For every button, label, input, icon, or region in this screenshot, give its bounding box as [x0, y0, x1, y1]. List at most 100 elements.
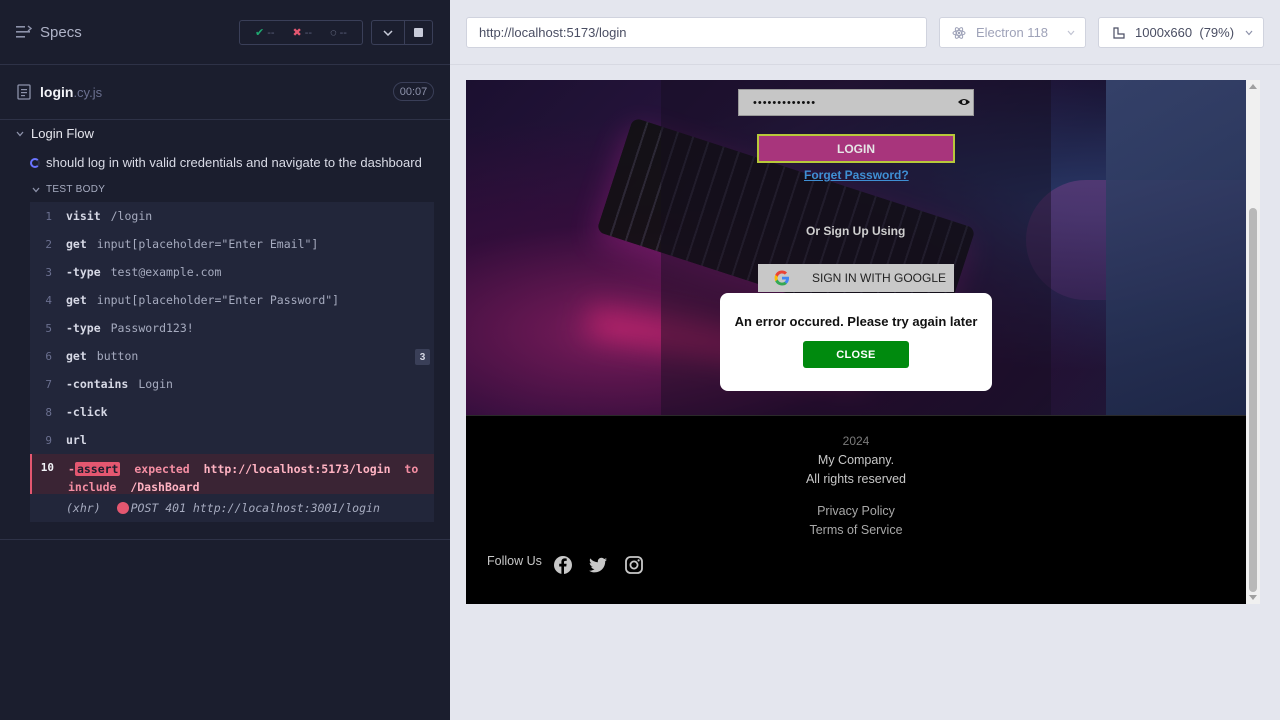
eye-icon[interactable]: [957, 97, 971, 107]
command-number: 7: [45, 377, 52, 391]
browser-name: Electron 118: [976, 25, 1049, 40]
command-row[interactable]: 6 get button 3: [30, 342, 434, 370]
specs-label[interactable]: Specs: [40, 24, 82, 41]
command-message: test@example.com: [110, 265, 222, 279]
command-number: 9: [45, 433, 52, 447]
command-name: url: [66, 433, 87, 447]
command-row[interactable]: 3 -type test@example.com: [30, 258, 434, 286]
command-number: 1: [45, 209, 52, 223]
password-field[interactable]: •••••••••••••: [738, 89, 974, 116]
hero-background: ••••••••••••• LOGIN Forget Password? Or …: [466, 80, 1246, 415]
browser-selector[interactable]: Electron 118: [939, 17, 1086, 48]
chevron-down-icon: [1067, 30, 1075, 36]
duration-badge: 00:07: [393, 82, 434, 101]
running-spinner-icon: [30, 157, 40, 168]
command-name: -type: [66, 265, 101, 279]
twitter-icon[interactable]: [588, 555, 608, 575]
command-name: get: [66, 237, 87, 251]
divider: [0, 539, 450, 540]
test-body-text: TEST BODY: [46, 184, 106, 195]
login-button[interactable]: LOGIN: [757, 134, 955, 163]
chevron-down-icon: [383, 29, 393, 36]
terms-of-service-link[interactable]: Terms of Service: [466, 523, 1246, 537]
command-row[interactable]: 5 -type Password123!: [30, 314, 434, 342]
instagram-icon[interactable]: [624, 555, 644, 575]
footer-company: My Company.: [817, 453, 895, 467]
test-title[interactable]: should log in with valid credentials and…: [30, 155, 422, 170]
command-row[interactable]: 1 visit/login: [30, 202, 434, 230]
pending-stat: ◌ --: [330, 26, 347, 39]
reporter-panel: Specs ✔ -- ✖ -- ◌ -- login .cy.js 00:07 Logi…: [0, 0, 450, 720]
scrollbar-thumb[interactable]: [1249, 208, 1257, 592]
footer-year: 2024: [842, 434, 870, 448]
failed-request-dot-icon: [116, 502, 129, 514]
privacy-policy-link[interactable]: Privacy Policy: [466, 504, 1246, 518]
xhr-row[interactable]: (xhr) POST 401 http://localhost:3001/log…: [30, 494, 434, 522]
facebook-icon[interactable]: [553, 555, 573, 575]
command-row[interactable]: 4 get input[placeholder="Enter Password"]: [30, 286, 434, 314]
command-message: Login: [138, 377, 173, 391]
command-row[interactable]: 7 -contains Login: [30, 370, 434, 398]
command-number: 6: [45, 349, 52, 363]
command-number: 4: [45, 293, 52, 307]
close-button[interactable]: CLOSE: [803, 341, 909, 368]
chevron-down-icon: [16, 131, 24, 136]
google-button-label: SIGN IN WITH GOOGLE: [812, 271, 947, 285]
command-message: button: [96, 349, 139, 363]
expand-toggle-button[interactable]: [371, 20, 404, 45]
scroll-up-arrow-icon[interactable]: [1249, 84, 1257, 89]
cross-icon: ✖: [292, 27, 302, 39]
error-modal: An error occured. Please try again later…: [720, 293, 992, 391]
command-row[interactable]: 2 get input[placeholder="Enter Email"]: [30, 230, 434, 258]
command-name: -click: [66, 405, 108, 419]
test-title-text: should log in with valid credentials and…: [46, 155, 422, 170]
failed-assert-row[interactable]: 10 - assert expected http://localhost:517…: [30, 454, 434, 494]
chevron-down-icon: [32, 187, 40, 192]
forgot-password-link[interactable]: Forget Password?: [804, 168, 909, 182]
site-footer: 2024 My Company. All rights reserved Pri…: [466, 415, 1246, 604]
spec-file-ext: .cy.js: [73, 84, 103, 100]
viewport-size: 1000x660: [1135, 25, 1193, 40]
pending-icon: ◌: [330, 26, 337, 39]
chevron-down-icon: [1245, 30, 1253, 36]
command-name: -type: [66, 321, 101, 335]
suite-title-text: Login Flow: [31, 126, 94, 141]
command-row[interactable]: 9 url: [30, 426, 434, 454]
element-count-badge: 3: [415, 349, 430, 365]
command-name: -contains: [66, 377, 129, 391]
command-message: input[placeholder="Enter Password"]: [96, 293, 340, 307]
test-stats: ✔ -- ✖ -- ◌ --: [239, 20, 363, 45]
command-name: get: [66, 349, 87, 363]
stop-button[interactable]: [404, 20, 433, 45]
command-log: 1 visit/login 2 get input[placeholder="Ente…: [30, 202, 434, 522]
follow-us-label: Follow Us: [487, 554, 542, 568]
failed-stat: ✖ --: [292, 27, 313, 39]
suite-title[interactable]: Login Flow: [16, 126, 94, 141]
specs-menu-icon[interactable]: [16, 25, 32, 39]
aut-scrollbar[interactable]: [1246, 80, 1260, 604]
command-message: Password123!: [110, 321, 194, 335]
spec-file-name[interactable]: login: [40, 84, 73, 100]
assert-tag: assert: [74, 462, 121, 476]
command-message: /login: [110, 209, 153, 223]
test-body-header[interactable]: TEST BODY: [32, 184, 105, 195]
command-row[interactable]: 8 -click: [30, 398, 434, 426]
viewport-selector[interactable]: 1000x660 (79%): [1098, 17, 1264, 48]
command-number: 10: [40, 461, 54, 474]
command-number: 3: [45, 265, 52, 279]
ruler-icon: [1113, 26, 1125, 39]
url-bar[interactable]: http://localhost:5173/login: [466, 17, 927, 48]
divider: [450, 64, 1280, 65]
scroll-down-arrow-icon[interactable]: [1249, 595, 1257, 600]
check-icon: ✔: [255, 27, 265, 39]
xhr-message: POST 401 http://localhost:3001/login: [130, 501, 380, 515]
command-name: get: [66, 293, 87, 307]
footer-rights: All rights reserved: [805, 472, 907, 486]
command-name: visit: [66, 209, 101, 223]
command-number: 2: [45, 237, 52, 251]
app-under-test: ••••••••••••• LOGIN Forget Password? Or …: [466, 80, 1246, 604]
google-icon: [774, 270, 789, 286]
command-number: 5: [45, 321, 52, 335]
google-sign-in-button[interactable]: SIGN IN WITH GOOGLE: [758, 264, 954, 292]
command-message: input[placeholder="Enter Email"]: [96, 237, 319, 251]
